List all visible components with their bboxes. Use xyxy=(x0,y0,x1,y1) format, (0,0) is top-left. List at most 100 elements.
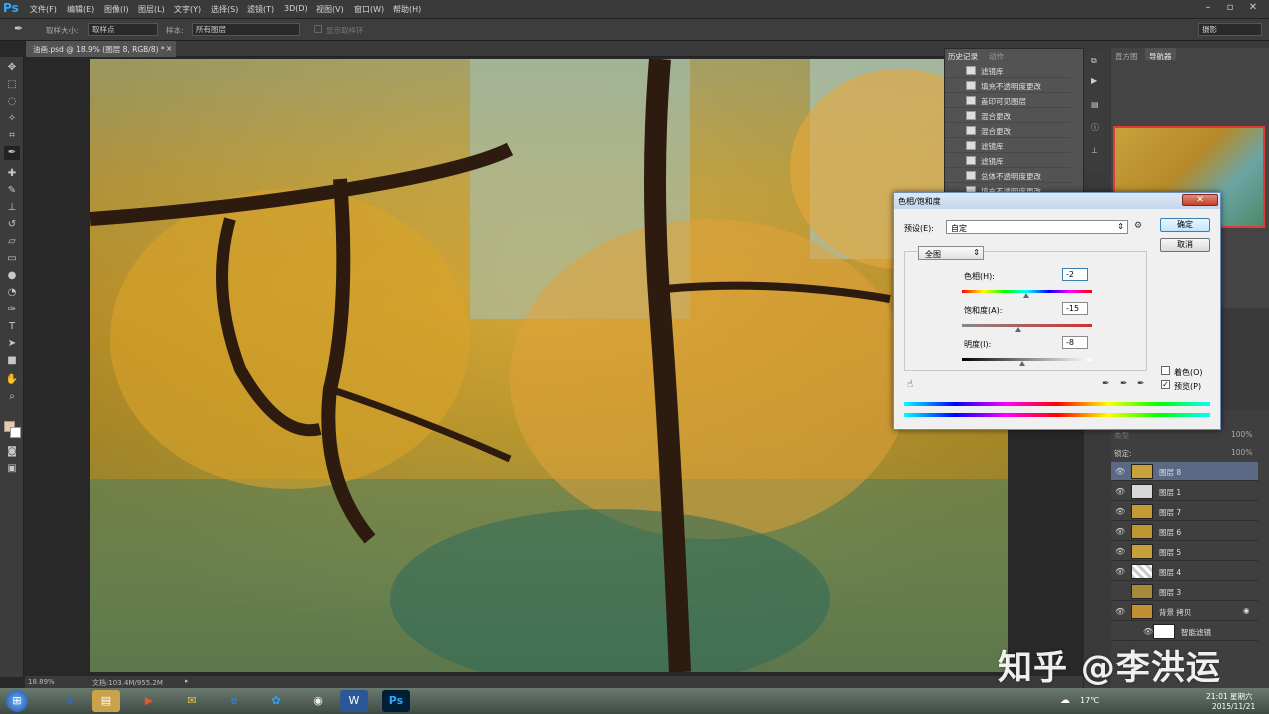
menu-window[interactable]: 窗口(W) xyxy=(354,4,384,15)
qq-icon[interactable]: ◉ xyxy=(304,690,332,712)
history-item[interactable]: 混合更改 xyxy=(945,123,1071,138)
lasso-tool-icon[interactable]: ◌ xyxy=(4,95,20,109)
dodge-tool-icon[interactable]: ◔ xyxy=(4,286,20,300)
layer-kind-filter[interactable]: 类型 xyxy=(1114,430,1129,441)
quick-mask-icon[interactable]: ◙ xyxy=(4,445,20,459)
healing-brush-icon[interactable]: ✚ xyxy=(4,167,20,181)
colorize-checkbox[interactable] xyxy=(1161,366,1170,375)
weather-icon[interactable]: ☁ xyxy=(1060,695,1070,706)
document-tab[interactable]: 油画.psd @ 18.9% (图层 8, RGB/8) * × xyxy=(26,41,176,57)
eyedropper-icon[interactable]: ✒ xyxy=(1102,379,1110,389)
preset-options-icon[interactable]: ⚙ xyxy=(1134,221,1142,231)
hue-input[interactable]: -2 xyxy=(1062,268,1088,281)
history-item[interactable]: 盖印可见图层 xyxy=(945,93,1071,108)
tab-histogram[interactable]: 直方图 xyxy=(1115,51,1138,62)
layer-row[interactable]: 👁 图层 6 xyxy=(1111,522,1258,541)
dialog-close-button[interactable]: ✕ xyxy=(1182,194,1218,206)
clock-time[interactable]: 21:01 星期六 xyxy=(1206,691,1253,702)
layer-row[interactable]: 👁 图层 8 xyxy=(1111,462,1258,481)
zoom-tool-icon[interactable]: ⌕ xyxy=(4,390,20,404)
menu-image[interactable]: 图像(I) xyxy=(104,4,129,15)
status-arrow-icon[interactable]: ▸ xyxy=(185,677,189,685)
eye-icon[interactable]: 👁 xyxy=(1143,627,1153,636)
brush-tool-icon[interactable]: ✎ xyxy=(4,184,20,198)
hue-slider-thumb[interactable] xyxy=(1023,293,1029,298)
cancel-button[interactable]: 取消 xyxy=(1160,238,1210,252)
blur-tool-icon[interactable]: ● xyxy=(4,269,20,283)
eye-icon[interactable]: 👁 xyxy=(1115,567,1125,576)
menu-select[interactable]: 选择(S) xyxy=(211,4,238,15)
sample-size-select[interactable]: 取样点 xyxy=(88,23,158,36)
menu-type[interactable]: 文字(Y) xyxy=(174,4,201,15)
eyedropper-minus-icon[interactable]: ✒ xyxy=(1137,379,1145,389)
photoshop-taskbar-icon[interactable]: Ps xyxy=(382,690,410,712)
tool-presets-icon[interactable]: ⊥ xyxy=(1091,146,1098,155)
marquee-tool-icon[interactable]: ⬚ xyxy=(4,78,20,92)
magic-wand-icon[interactable]: ✧ xyxy=(4,112,20,126)
media-player-icon[interactable]: ▶ xyxy=(135,690,163,712)
layer-row[interactable]: 图层 3 xyxy=(1111,582,1258,601)
tab-navigator[interactable]: 导航器 xyxy=(1145,48,1176,61)
gradient-tool-icon[interactable]: ▭ xyxy=(4,252,20,266)
eyedropper-plus-icon[interactable]: ✒ xyxy=(1120,379,1128,389)
layer-fill[interactable]: 100% xyxy=(1231,448,1252,457)
info-panel-icon[interactable]: ⓘ xyxy=(1091,122,1099,133)
pen-tool-icon[interactable]: ✑ xyxy=(4,303,20,317)
shape-tool-icon[interactable]: ■ xyxy=(4,354,20,368)
history-brush-icon[interactable]: ↺ xyxy=(4,218,20,232)
properties-panel-icon[interactable]: ▤ xyxy=(1091,100,1099,109)
layer-opacity[interactable]: 100% xyxy=(1231,430,1252,439)
tab-history[interactable]: 历史记录 xyxy=(948,51,978,62)
eye-icon[interactable]: 👁 xyxy=(1115,527,1125,536)
eyedropper-icon[interactable]: ✒ xyxy=(14,22,23,35)
clock-date[interactable]: 2015/11/21 xyxy=(1212,702,1255,711)
type-tool-icon[interactable]: T xyxy=(4,320,20,334)
menu-edit[interactable]: 编辑(E) xyxy=(67,4,94,15)
menu-view[interactable]: 视图(V) xyxy=(316,4,344,15)
eyedropper-tool-icon[interactable]: ✒ xyxy=(4,146,20,160)
baidu-icon[interactable]: ✿ xyxy=(262,690,290,712)
eye-icon[interactable]: 👁 xyxy=(1115,547,1125,556)
menu-layer[interactable]: 图层(L) xyxy=(138,4,165,15)
eraser-tool-icon[interactable]: ▱ xyxy=(4,235,20,249)
show-ring-checkbox[interactable] xyxy=(314,25,322,33)
menu-help[interactable]: 帮助(H) xyxy=(393,4,421,15)
channel-select[interactable]: 全图 ⇕ xyxy=(918,246,984,260)
start-button-icon[interactable]: ⊞ xyxy=(6,690,28,712)
tab-actions[interactable]: 动作 xyxy=(989,51,1004,62)
eye-icon[interactable]: 👁 xyxy=(1115,487,1125,496)
layer-row[interactable]: 👁 智能滤镜 xyxy=(1111,622,1258,641)
dialog-title-bar[interactable]: 色相/饱和度 xyxy=(894,193,1220,209)
maximize-icon[interactable]: ▫ xyxy=(1223,2,1237,15)
targeted-adjust-hand-icon[interactable]: ☝ xyxy=(907,379,913,390)
layer-row[interactable]: 👁 图层 4 xyxy=(1111,562,1258,581)
move-tool-icon[interactable]: ✥ xyxy=(4,61,20,75)
screen-mode-icon[interactable]: ▣ xyxy=(4,462,20,476)
lightness-input[interactable]: -8 xyxy=(1062,336,1088,349)
eye-icon[interactable]: 👁 xyxy=(1115,467,1125,476)
eye-icon[interactable]: 👁 xyxy=(1115,607,1125,616)
history-item[interactable]: 滤镜库 xyxy=(945,138,1071,153)
layer-row[interactable]: 👁 图层 7 xyxy=(1111,502,1258,521)
history-item[interactable]: 滤镜库 xyxy=(945,63,1071,78)
saturation-slider-track[interactable] xyxy=(962,324,1092,327)
lightness-slider-thumb[interactable] xyxy=(1019,361,1025,366)
word-icon[interactable]: W xyxy=(340,690,368,712)
history-item[interactable]: 总体不透明度更改 xyxy=(945,168,1071,183)
hand-tool-icon[interactable]: ✋ xyxy=(4,373,20,387)
ie-browser-icon[interactable]: e xyxy=(56,690,84,712)
stamp-tool-icon[interactable]: ⊥ xyxy=(4,201,20,215)
layer-row[interactable]: 👁 背景 拷贝 ◉ xyxy=(1111,602,1258,621)
crop-tool-icon[interactable]: ⌗ xyxy=(4,129,20,143)
lightness-slider-track[interactable] xyxy=(962,358,1092,361)
close-icon[interactable]: ✕ xyxy=(1246,2,1260,15)
history-item[interactable]: 混合更改 xyxy=(945,108,1071,123)
layer-row[interactable]: 👁 图层 1 xyxy=(1111,482,1258,501)
path-select-icon[interactable]: ➤ xyxy=(4,337,20,351)
history-panel-icon[interactable]: ⧉ xyxy=(1091,56,1097,66)
minimize-icon[interactable]: – xyxy=(1201,2,1215,15)
preview-checkbox[interactable]: ✓ xyxy=(1161,380,1170,389)
history-item[interactable]: 填充不透明度更改 xyxy=(945,78,1071,93)
document-image[interactable] xyxy=(90,59,1008,672)
layer-row[interactable]: 👁 图层 5 xyxy=(1111,542,1258,561)
